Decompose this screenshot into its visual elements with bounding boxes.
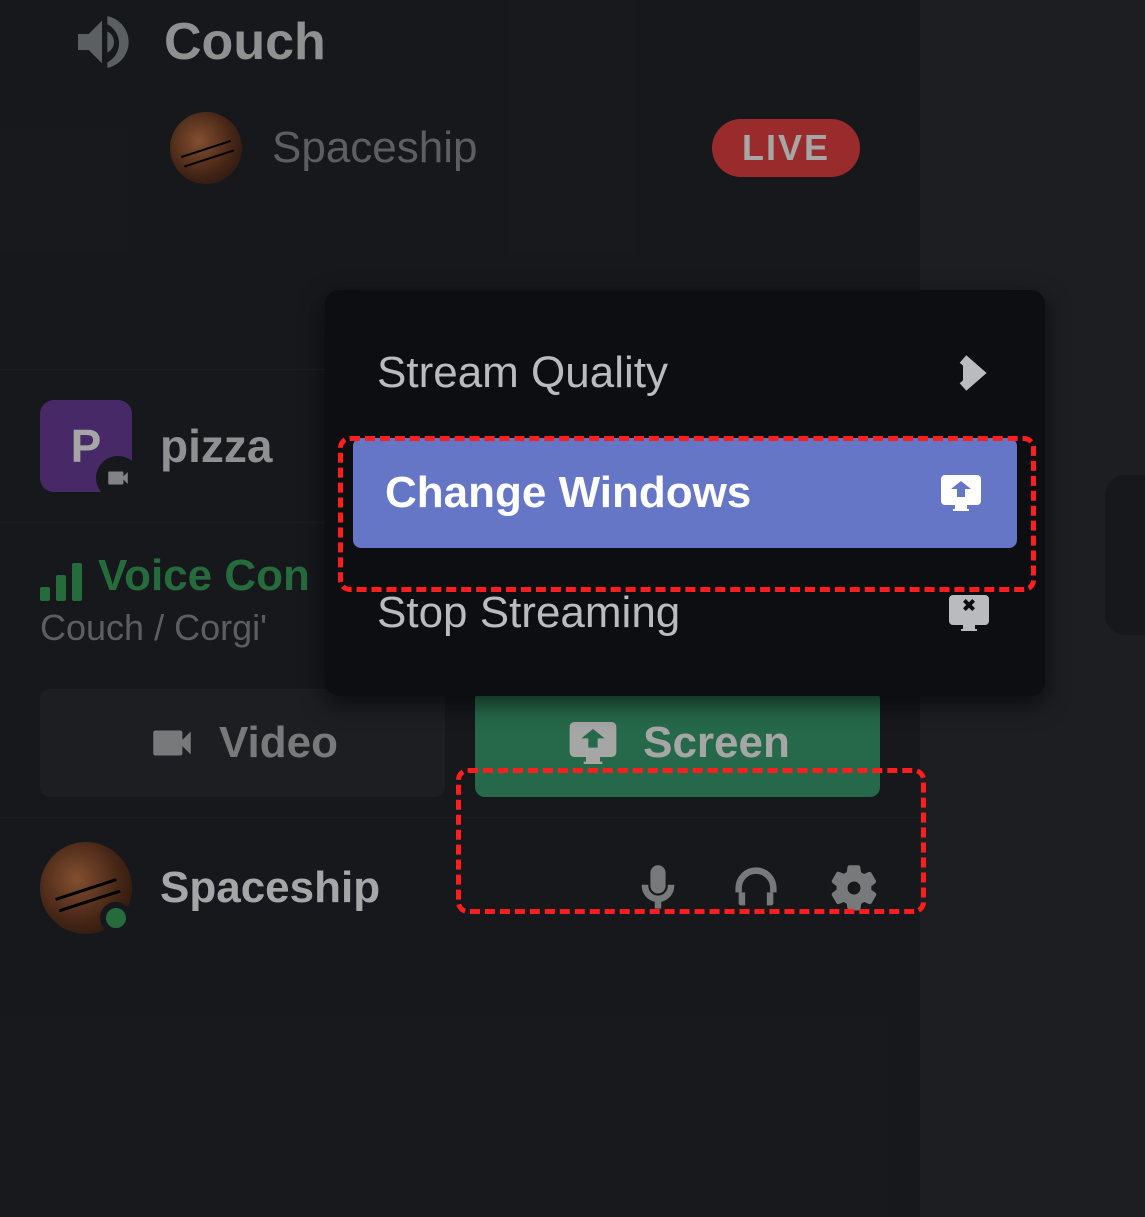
- user-panel: Spaceship: [0, 818, 920, 958]
- video-button-label: Video: [219, 718, 338, 768]
- channel-name: Couch: [164, 12, 326, 72]
- menu-label-change-windows: Change Windows: [385, 468, 751, 518]
- video-button[interactable]: Video: [40, 689, 445, 797]
- voice-channel-header[interactable]: Couch: [0, 0, 920, 94]
- deafen-headphones-icon[interactable]: [730, 862, 782, 914]
- stream-context-menu: Stream Quality Change Windows Stop Strea…: [325, 290, 1045, 696]
- member-avatar: [170, 112, 242, 184]
- camera-icon: [147, 718, 197, 768]
- speaker-icon: [70, 10, 134, 74]
- member-name: Spaceship: [272, 123, 477, 173]
- channel-member-row[interactable]: Spaceship LIVE: [0, 94, 920, 214]
- stop-stream-icon: [945, 589, 993, 637]
- menu-label-stream-quality: Stream Quality: [377, 348, 668, 398]
- mute-mic-icon[interactable]: [632, 862, 684, 914]
- activity-app-icon: P: [40, 400, 132, 492]
- menu-label-stop-streaming: Stop Streaming: [377, 588, 680, 638]
- settings-gear-icon[interactable]: [828, 862, 880, 914]
- screen-share-icon: [565, 715, 621, 771]
- user-name[interactable]: Spaceship: [160, 863, 380, 913]
- signal-bars-icon: [40, 561, 82, 601]
- screen-share-button[interactable]: Screen: [475, 689, 880, 797]
- screen-share-icon: [937, 469, 985, 517]
- chevron-right-icon: [945, 349, 993, 397]
- screen-button-label: Screen: [643, 718, 790, 768]
- online-status-dot: [100, 902, 132, 934]
- activity-name: pizza: [160, 419, 272, 473]
- menu-item-stream-quality[interactable]: Stream Quality: [345, 318, 1025, 428]
- user-avatar[interactable]: [40, 842, 132, 934]
- voice-connected-label: Voice Con: [98, 551, 310, 601]
- streaming-indicator-icon: [96, 456, 140, 500]
- live-badge: LIVE: [712, 119, 860, 177]
- menu-item-stop-streaming[interactable]: Stop Streaming: [345, 558, 1025, 668]
- activity-app-letter: P: [71, 419, 102, 473]
- menu-item-change-windows[interactable]: Change Windows: [353, 438, 1017, 548]
